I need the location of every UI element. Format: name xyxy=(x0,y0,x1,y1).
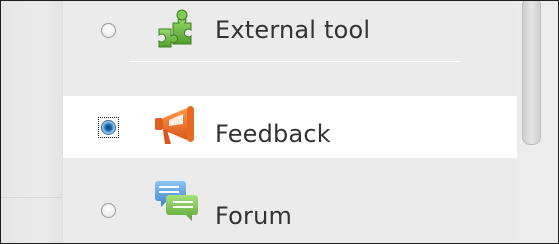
vertical-scrollbar[interactable] xyxy=(517,1,558,243)
radio-feedback[interactable] xyxy=(98,117,119,138)
puzzle-piece-icon xyxy=(153,9,201,53)
activity-list: External tool Feedback Forum xyxy=(62,1,518,243)
module-category-pane xyxy=(1,1,62,243)
activity-option-forum[interactable]: Forum xyxy=(63,181,518,243)
megaphone-icon xyxy=(153,102,201,146)
activity-option-external-tool[interactable]: External tool xyxy=(63,1,518,62)
activity-label: Forum xyxy=(215,202,293,230)
radio-forum[interactable] xyxy=(101,203,116,218)
activity-option-feedback[interactable]: Feedback xyxy=(63,96,518,158)
scrollbar-thumb[interactable] xyxy=(522,1,541,145)
activity-label: External tool xyxy=(215,16,371,44)
radio-external-tool[interactable] xyxy=(101,23,116,38)
speech-bubbles-icon xyxy=(153,179,201,223)
activity-chooser-dialog: External tool Feedback Forum xyxy=(0,0,559,244)
row-separator xyxy=(129,61,460,62)
category-divider xyxy=(1,197,62,198)
activity-label: Feedback xyxy=(215,120,331,148)
